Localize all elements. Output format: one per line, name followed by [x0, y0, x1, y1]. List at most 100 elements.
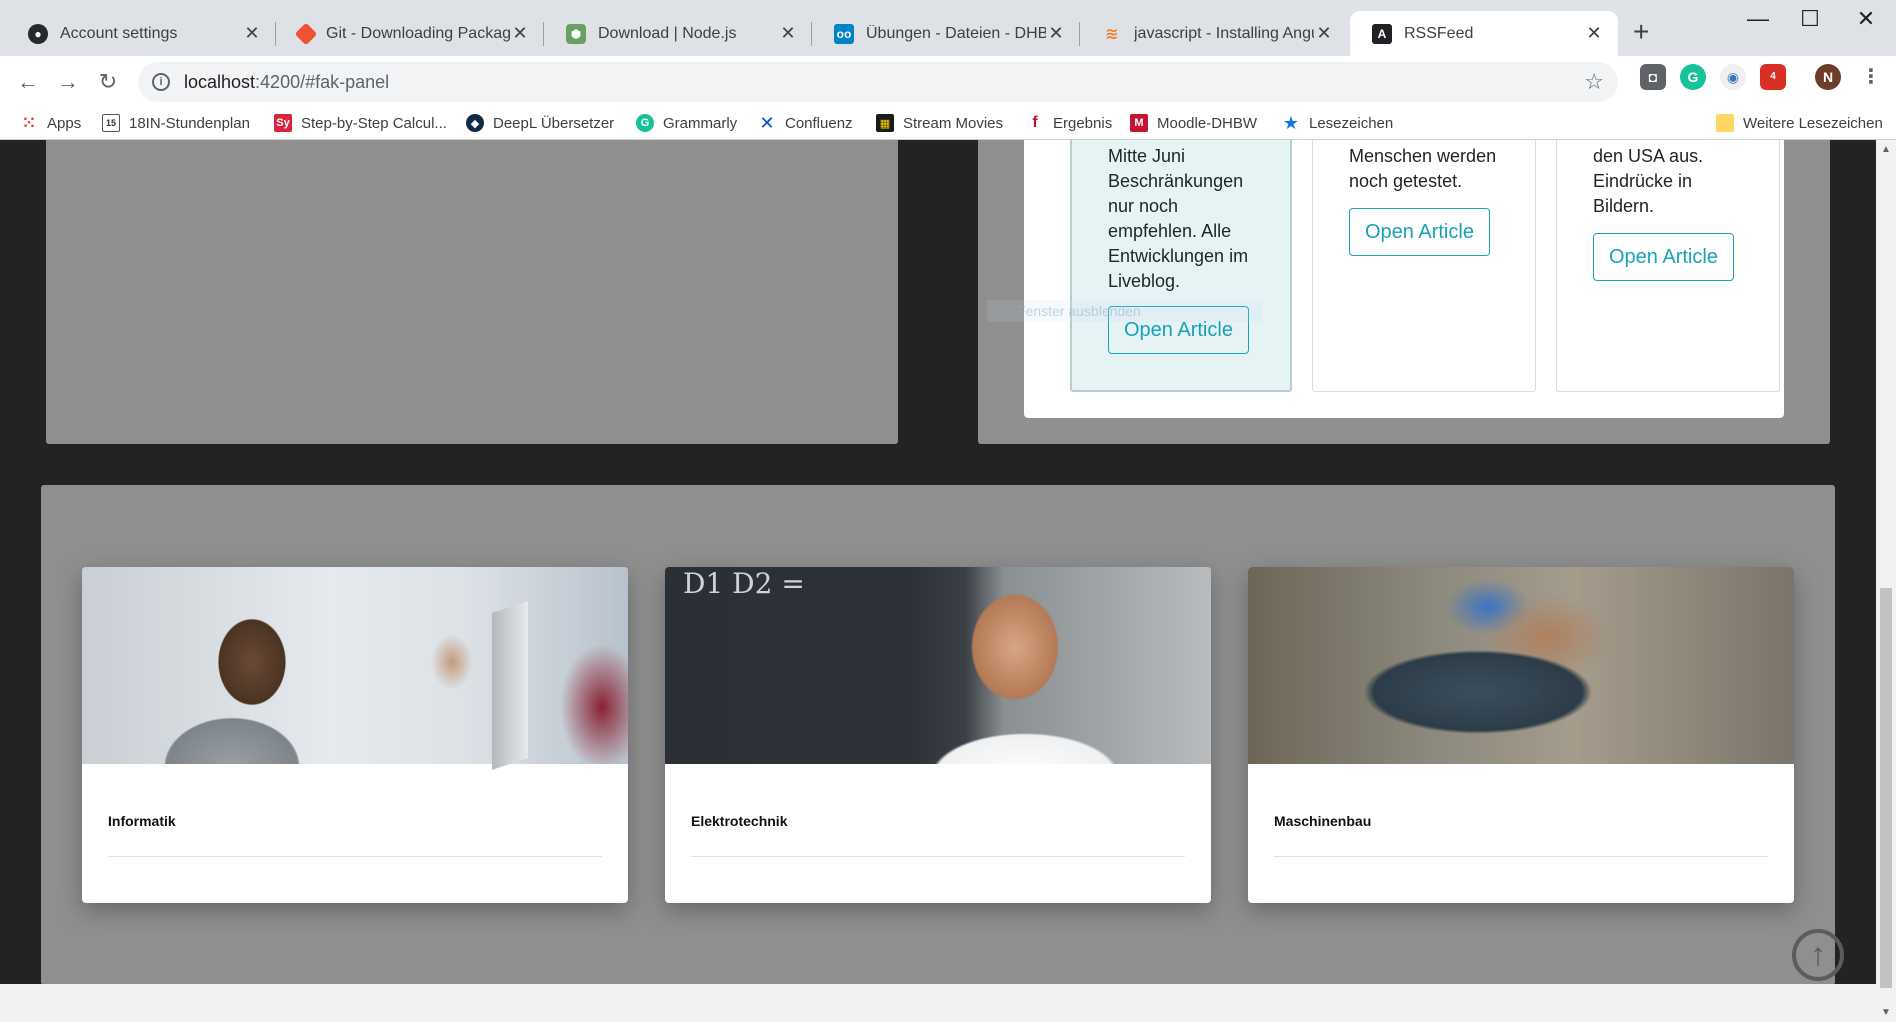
tab-uebungen[interactable]: oo Übungen - Dateien - DHBW ✕	[812, 11, 1080, 56]
ergebnis-icon: f	[1032, 114, 1038, 131]
profile-initial: N	[1822, 69, 1834, 85]
faculty-panel: Informatik D1 D2 = Elektrotechnik Maschi…	[41, 485, 1835, 985]
site-info-icon[interactable]: i	[152, 73, 170, 91]
faculty-title: Maschinenbau	[1274, 813, 1372, 829]
bookmark-label: Ergebnis	[1053, 114, 1113, 132]
close-window-button[interactable]: ✕	[1846, 6, 1886, 32]
close-icon[interactable]: ✕	[242, 23, 262, 44]
stream-icon: ▦	[876, 114, 894, 132]
page-bottom-strip	[0, 984, 1876, 1022]
news-card-text: den USA aus. Eindrücke in Bildern.	[1593, 146, 1704, 216]
bookmark-label: Lesezeichen	[1309, 114, 1394, 132]
git-icon	[294, 22, 318, 45]
divider	[691, 856, 1185, 857]
bookmark-deepl[interactable]: ◆ DeepL Übersetzer	[466, 114, 614, 132]
confluence-icon: ✕	[759, 112, 775, 133]
faculty-title: Informatik	[108, 813, 176, 829]
bookmark-label: Confluenz	[785, 114, 853, 132]
news-card-text: Mitte Juni Beschränkungen nur noch empfe…	[1108, 146, 1249, 291]
bookmark-apps[interactable]: ⁙ Apps	[20, 114, 82, 133]
close-icon[interactable]: ✕	[1046, 23, 1066, 44]
nodejs-icon: ⬢	[566, 23, 586, 44]
address-bar[interactable]: i localhost:4200/#fak-panel ☆	[138, 62, 1618, 102]
bookmark-moodle[interactable]: M Moodle-DHBW	[1130, 114, 1257, 132]
chalk-writing: D1 D2 =	[683, 567, 805, 600]
calendar-icon: 15	[102, 114, 120, 132]
minimize-button[interactable]: —	[1738, 6, 1778, 32]
extension-icon[interactable]: ◘	[1640, 64, 1666, 90]
github-icon: ●	[28, 23, 48, 44]
ghost-text: Fenster ausblenden	[1017, 303, 1141, 319]
bookmark-grammarly[interactable]: G Grammarly	[636, 114, 737, 132]
maximize-button[interactable]: ☐	[1790, 6, 1830, 32]
hide-window-overlay: Fenster ausblenden	[987, 300, 1262, 322]
open-article-button[interactable]: Open Article	[1593, 233, 1734, 281]
bookmark-label: Apps	[47, 114, 82, 132]
forward-button[interactable]: →	[52, 66, 84, 98]
new-tab-button[interactable]: +	[1633, 17, 1649, 47]
bookmark-confluenz[interactable]: ✕ Confluenz	[758, 112, 853, 133]
open-article-button[interactable]: Open Article	[1349, 208, 1490, 256]
tab-title: Git - Downloading Package	[326, 24, 510, 42]
adblock-icon[interactable]: 4	[1760, 64, 1786, 90]
bookmark-label: Weitere Lesezeichen	[1743, 114, 1883, 132]
faculty-image	[1248, 567, 1794, 764]
angular-icon: A	[1372, 23, 1392, 44]
profile-avatar[interactable]: N	[1815, 64, 1841, 90]
close-icon[interactable]: ✕	[1584, 23, 1604, 44]
scroll-to-top-button[interactable]: ↑	[1792, 929, 1844, 981]
close-icon[interactable]: ✕	[510, 23, 530, 44]
news-card-text: Menschen werden noch getestet.	[1349, 146, 1497, 191]
bookmark-lesezeichen[interactable]: ★ Lesezeichen	[1282, 112, 1394, 133]
close-icon[interactable]: ✕	[1314, 23, 1334, 44]
monitor-shape	[492, 601, 528, 770]
content-panel-right: Mitte Juni Beschränkungen nur noch empfe…	[978, 140, 1830, 444]
adblock-badge: 4	[1770, 71, 1776, 82]
back-button[interactable]: ←	[12, 66, 44, 98]
grammarly-icon: G	[636, 114, 654, 132]
moodle-icon: M	[1130, 114, 1148, 132]
bookmark-ergebnis[interactable]: f Ergebnis	[1026, 114, 1112, 132]
tab-rssfeed[interactable]: A RSSFeed ✕	[1350, 11, 1618, 56]
bookmark-star-icon[interactable]: ☆	[1584, 69, 1604, 95]
faculty-image: D1 D2 =	[665, 567, 1211, 764]
scroll-down-arrow-icon[interactable]: ▼	[1876, 1007, 1896, 1018]
deepl-icon: ◆	[466, 114, 484, 132]
folder-icon	[1716, 114, 1734, 132]
page-viewport: Mitte Juni Beschränkungen nur noch empfe…	[0, 140, 1876, 1022]
bookmark-label: 18IN-Stundenplan	[129, 114, 250, 132]
bookmark-stream-movies[interactable]: ▦ Stream Movies	[876, 114, 1003, 132]
faculty-card-maschinenbau[interactable]: Maschinenbau	[1248, 567, 1794, 903]
faculty-title: Elektrotechnik	[691, 813, 788, 829]
tab-nodejs[interactable]: ⬢ Download | Node.js ✕	[544, 11, 812, 56]
scroll-up-arrow-icon[interactable]: ▲	[1876, 144, 1896, 155]
bookmark-symbolab[interactable]: Sy Step-by-Step Calcul...	[274, 114, 447, 132]
bookmark-stundenplan[interactable]: 15 18IN-Stundenplan	[102, 114, 250, 132]
bookmark-label: Moodle-DHBW	[1157, 114, 1258, 132]
tab-title: RSSFeed	[1404, 24, 1474, 42]
divider	[1274, 856, 1768, 857]
close-icon[interactable]: ✕	[778, 23, 798, 44]
tab-git-downloading[interactable]: Git - Downloading Package ✕	[276, 11, 544, 56]
extension-mask-icon[interactable]: ◉	[1720, 64, 1746, 90]
url-path: :4200/#fak-panel	[255, 71, 390, 92]
faculty-card-informatik[interactable]: Informatik	[82, 567, 628, 903]
menu-kebab-icon[interactable]: ⋮	[1858, 64, 1884, 90]
star-icon: ★	[1282, 112, 1300, 133]
news-card: Menschen werden noch getestet. Open Arti…	[1312, 140, 1536, 392]
news-card: Mitte Juni Beschränkungen nur noch empfe…	[1070, 140, 1292, 392]
bookmark-other-folder[interactable]: Weitere Lesezeichen	[1716, 114, 1883, 132]
tab-title: javascript - Installing Angula	[1134, 24, 1314, 42]
scrollbar-thumb[interactable]	[1880, 588, 1892, 988]
tab-title: Übungen - Dateien - DHBW	[866, 24, 1046, 42]
grammarly-extension-icon[interactable]: G	[1680, 64, 1706, 90]
news-card: den USA aus. Eindrücke in Bildern. Open …	[1556, 140, 1780, 392]
page-scrollbar[interactable]: ▲ ▼	[1876, 140, 1896, 1022]
url-text: localhost:4200/#fak-panel	[184, 72, 389, 93]
tab-title: Download | Node.js	[598, 24, 737, 42]
tab-stackoverflow[interactable]: ≋ javascript - Installing Angula ✕	[1080, 11, 1348, 56]
faculty-card-elektrotechnik[interactable]: D1 D2 = Elektrotechnik	[665, 567, 1211, 903]
reload-button[interactable]: ↻	[92, 66, 124, 98]
tab-account-settings[interactable]: ● Account settings ✕	[6, 11, 276, 56]
stackoverflow-icon: ≋	[1105, 25, 1119, 43]
